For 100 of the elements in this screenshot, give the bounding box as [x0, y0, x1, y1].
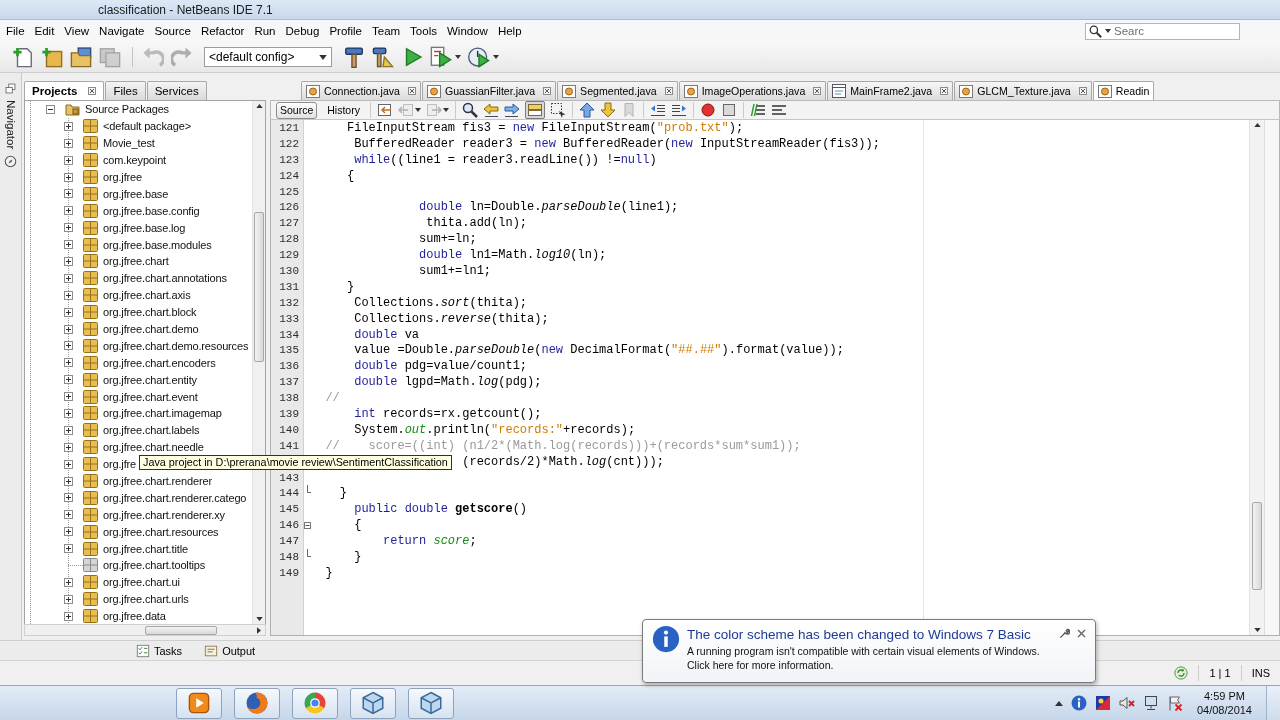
close-icon[interactable]	[408, 87, 416, 95]
uncomment-icon[interactable]	[770, 102, 787, 118]
expand-icon[interactable]	[64, 240, 73, 250]
expand-icon[interactable]	[64, 442, 73, 452]
editor-tab[interactable]: Readin	[1092, 81, 1155, 100]
scroll-down-icon[interactable]	[1253, 628, 1261, 632]
navigator-tab[interactable]: Navigator	[4, 100, 17, 150]
expand-icon[interactable]	[64, 408, 73, 418]
arrow-into-box-icon[interactable]	[376, 102, 393, 118]
left-arrow-icon[interactable]	[482, 102, 499, 118]
caret-icon[interactable]	[442, 108, 449, 112]
menu-item[interactable]: Run	[249, 21, 281, 41]
comment-icon[interactable]	[749, 102, 766, 118]
restore-window-icon[interactable]	[5, 83, 16, 94]
panel-tab[interactable]: Projects	[24, 81, 105, 100]
taskbar-button[interactable]	[408, 687, 454, 719]
scroll-down-icon[interactable]	[255, 617, 263, 621]
new-file-icon[interactable]	[12, 46, 34, 68]
editor-tab[interactable]: Connection.java	[301, 81, 421, 100]
caret-icon[interactable]	[455, 55, 461, 59]
expand-icon[interactable]	[64, 223, 73, 233]
tree-item[interactable]: org.jfree.chart.demo	[103, 323, 199, 335]
indent-left-icon[interactable]	[649, 102, 666, 118]
menu-item[interactable]: Tools	[405, 21, 442, 41]
view-tab[interactable]: Source	[276, 101, 318, 119]
down-arrow-icon[interactable]	[599, 102, 616, 118]
close-icon[interactable]	[1078, 87, 1087, 95]
info-icon[interactable]	[1070, 695, 1087, 711]
scrollbar-thumb[interactable]	[254, 212, 264, 362]
output-panel-tab[interactable]: Output	[204, 643, 256, 658]
tree-item[interactable]: org.jfree.chart.block	[103, 306, 197, 319]
hammer-broom-icon[interactable]	[372, 46, 394, 68]
document-play-icon[interactable]	[430, 46, 452, 68]
taskbar-button[interactable]	[350, 687, 396, 719]
editor-tab[interactable]: GLCM_Texture.java	[954, 81, 1092, 100]
close-icon[interactable]	[88, 87, 97, 95]
tree-item[interactable]: org.jfree.base	[103, 187, 169, 200]
panel-tab[interactable]: Services	[146, 81, 207, 100]
menu-item[interactable]: Help	[492, 21, 527, 41]
app-tray-icon[interactable]	[1094, 695, 1111, 711]
search-icon[interactable]	[461, 102, 478, 118]
expand-icon[interactable]	[64, 510, 73, 520]
tree-item[interactable]: org.jfree.chart.entity	[103, 373, 197, 386]
expand-icon[interactable]	[64, 459, 73, 469]
tree-item[interactable]: org.jfree.chart.urls	[103, 593, 189, 606]
expand-icon[interactable]	[64, 138, 73, 148]
scroll-up-icon[interactable]	[255, 104, 263, 108]
close-icon[interactable]	[543, 87, 552, 95]
expand-icon[interactable]	[64, 611, 73, 621]
horizontal-scrollbar[interactable]	[24, 624, 266, 636]
expand-icon[interactable]	[64, 324, 73, 334]
record-icon[interactable]	[699, 102, 716, 118]
tree-item[interactable]: org.jfree.chart	[103, 255, 169, 268]
expand-icon[interactable]	[64, 206, 73, 216]
tree-item[interactable]: org.jfree.chart.title	[103, 542, 188, 555]
tree-item[interactable]: org.jfree.chart.imagemap	[103, 407, 222, 420]
collapse-icon[interactable]	[46, 104, 55, 114]
tree-item[interactable]: org.jfree.chart.encoders	[103, 356, 216, 369]
tree-item[interactable]: org.jfree.data	[103, 610, 166, 623]
taskbar-button[interactable]	[292, 687, 338, 719]
close-icon[interactable]	[940, 87, 949, 95]
fold-collapse-icon[interactable]	[303, 521, 311, 529]
right-arrow-icon[interactable]	[503, 102, 520, 118]
gauge-icon[interactable]	[468, 46, 490, 68]
taskbar-button[interactable]	[176, 687, 222, 719]
expand-icon[interactable]	[64, 256, 73, 266]
new-project-icon[interactable]	[41, 46, 63, 68]
tree-item[interactable]: Movie_test	[103, 137, 155, 150]
expand-icon[interactable]	[64, 527, 73, 537]
menu-item[interactable]: Profile	[324, 21, 367, 41]
tree-item[interactable]: org.jfree.chart.renderer.xy	[103, 508, 225, 521]
taskbar-button[interactable]	[234, 687, 280, 719]
menu-item[interactable]: Team	[367, 21, 406, 41]
tree-item[interactable]: org.jfre	[103, 458, 137, 471]
tree-item[interactable]: com.keypoint	[103, 154, 166, 167]
view-tab[interactable]: History	[323, 101, 364, 119]
panel-tab[interactable]: Files	[105, 81, 146, 100]
menu-item[interactable]: View	[59, 21, 95, 41]
menu-item[interactable]: Refactor	[195, 21, 250, 41]
tree-item[interactable]: org.jfree.chart.axis	[103, 289, 191, 302]
hammer-icon[interactable]	[343, 46, 365, 68]
tree-item[interactable]: Source Packages	[85, 103, 169, 116]
scroll-right-icon[interactable]	[257, 626, 261, 634]
speaker-muted-icon[interactable]	[1118, 695, 1135, 711]
search-field[interactable]: Searc	[1114, 24, 1224, 38]
editor-tab[interactable]: GuassianFilter.java	[422, 81, 557, 100]
tree-item[interactable]: org.jfree.chart.tooltips	[103, 559, 206, 572]
clock[interactable]: 4:59 PM 04/08/2014	[1190, 689, 1258, 717]
notification-balloon[interactable]: The color scheme has been changed to Windows 7 Basic A running program isn't compatible with certain visual elements of Windows. Click here for more information.	[642, 619, 1096, 683]
expand-icon[interactable]	[64, 121, 73, 131]
editor-tab[interactable]: ImageOperations.java	[678, 81, 827, 100]
expand-icon[interactable]	[64, 425, 73, 435]
tree-item[interactable]: org.jfree.chart.needle	[103, 441, 204, 454]
expand-icon[interactable]	[64, 493, 73, 503]
editor-tab[interactable]: MainFrame2.java	[827, 81, 954, 100]
expand-icon[interactable]	[64, 172, 73, 182]
expand-icon[interactable]	[64, 358, 73, 368]
wrench-icon[interactable]	[1059, 628, 1070, 639]
tree-item[interactable]: org.jfree.chart.event	[103, 390, 198, 403]
close-icon[interactable]	[1076, 628, 1087, 639]
